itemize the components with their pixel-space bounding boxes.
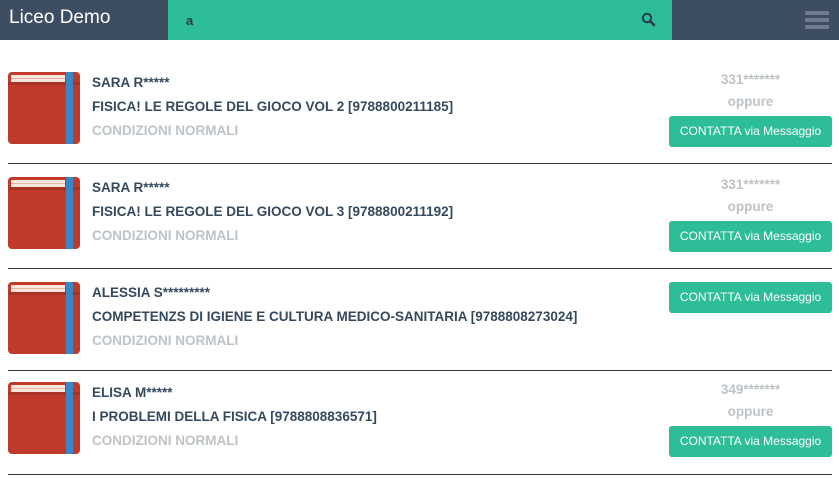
contact-message-button[interactable]: CONTATTA via Messaggio — [669, 116, 832, 147]
book-condition: CONDIZIONI NORMALI — [92, 433, 239, 448]
app-title[interactable]: Liceo Demo — [9, 6, 110, 30]
book-title: FISICA! LE REGOLE DEL GIOCO VOL 3 [97888… — [92, 204, 454, 219]
book-icon — [8, 282, 80, 354]
search-icon[interactable] — [640, 11, 658, 29]
seller-name: SARA R***** — [92, 180, 170, 195]
seller-phone: 349******* — [720, 382, 781, 397]
book-title: I PROBLEMI DELLA FISICA [9788808836571] — [92, 409, 377, 424]
seller-name: ELISA M***** — [92, 385, 173, 400]
divider — [8, 268, 832, 269]
seller-name: ALESSIA S********* — [92, 285, 211, 300]
divider — [8, 370, 832, 371]
divider — [8, 163, 832, 164]
book-icon — [8, 72, 80, 144]
search-input[interactable] — [182, 9, 622, 31]
oppure-label: oppure — [727, 94, 774, 109]
book-condition: CONDIZIONI NORMALI — [92, 228, 239, 243]
book-icon — [8, 177, 80, 249]
seller-name: SARA R***** — [92, 75, 170, 90]
seller-phone: 331******* — [720, 72, 781, 87]
search-bar — [168, 0, 672, 40]
contact-message-button[interactable]: CONTATTA via Messaggio — [669, 426, 832, 457]
contact-message-button[interactable]: CONTATTA via Messaggio — [669, 221, 832, 252]
contact-message-button[interactable]: CONTATTA via Messaggio — [669, 282, 832, 313]
top-navbar: Liceo Demo — [0, 0, 839, 40]
hamburger-menu-icon[interactable] — [805, 11, 829, 31]
divider — [8, 474, 832, 475]
book-condition: CONDIZIONI NORMALI — [92, 123, 239, 138]
oppure-label: oppure — [727, 199, 774, 214]
book-title: COMPETENZS DI IGIENE E CULTURA MEDICO-SA… — [92, 309, 578, 324]
book-icon — [8, 382, 80, 454]
seller-phone: 331******* — [720, 177, 781, 192]
book-title: FISICA! LE REGOLE DEL GIOCO VOL 2 [97888… — [92, 99, 454, 114]
book-condition: CONDIZIONI NORMALI — [92, 333, 239, 348]
oppure-label: oppure — [727, 404, 774, 419]
